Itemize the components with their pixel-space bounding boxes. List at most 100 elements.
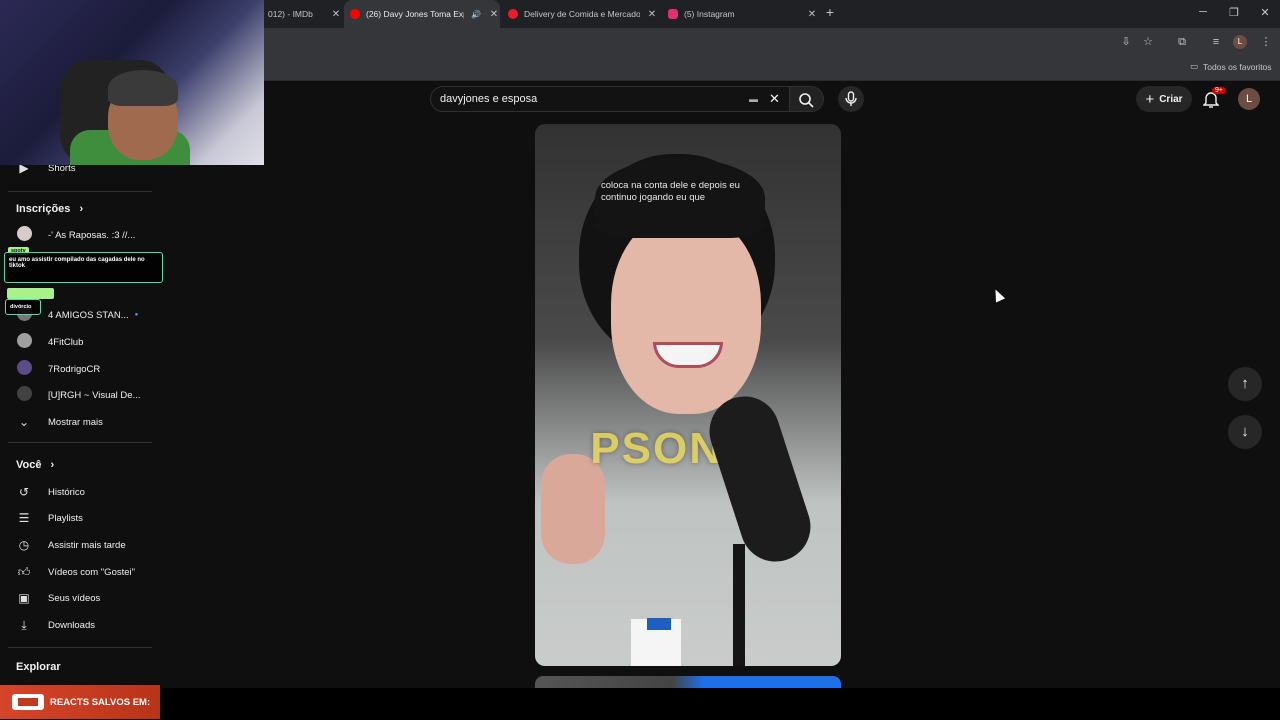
thumbs-up-icon: 👍︎ [17, 564, 31, 579]
webcam-overlay [0, 0, 264, 165]
profile-avatar[interactable]: L [1233, 35, 1247, 49]
sidebar-item-your-videos[interactable]: ▣ Seus vídeos [0, 585, 154, 611]
menu-kebab-icon[interactable]: ⋮ [1258, 34, 1274, 50]
video-microphone [700, 387, 820, 571]
account-avatar[interactable]: L [1238, 88, 1260, 110]
channel-avatar [0, 333, 48, 351]
close-tab-icon[interactable]: ✕ [330, 9, 342, 20]
chevron-right-icon: › [79, 203, 84, 215]
reacts-saved-badge: REACTS SALVOS EM: [0, 685, 160, 719]
media-control-icon[interactable]: ≡ [1208, 34, 1224, 50]
chat-message: divórcio [5, 299, 41, 315]
show-more-button[interactable]: ⌄ Mostrar mais [0, 409, 154, 435]
chat-message-text: eu amo assistir compilado das cagadas de… [9, 257, 145, 269]
notifications-button[interactable]: 9+ [1202, 87, 1226, 113]
divider [8, 442, 152, 443]
search-query: davyjones e esposa [440, 93, 538, 105]
subscription-label: 4FitClub [48, 336, 84, 348]
sidebar-item-label: Downloads [48, 619, 95, 631]
search-button[interactable] [790, 86, 824, 112]
subscription-label: -' As Raposas. :3 //... [48, 229, 136, 241]
channel-avatar [0, 226, 48, 244]
close-window-icon[interactable]: ✕ [1250, 6, 1280, 19]
explore-title: Explorar [16, 661, 61, 673]
sidebar-item-liked-videos[interactable]: 👍︎ Vídeos com "Gostei" [0, 559, 154, 585]
divider [8, 647, 152, 648]
reacts-label: REACTS SALVOS EM: [50, 696, 151, 708]
sidebar-item-label: Assistir mais tarde [48, 539, 126, 551]
chevron-right-icon: › [50, 459, 55, 471]
folder-icon: ▭ [1190, 61, 1199, 71]
voice-search-button[interactable] [838, 86, 864, 112]
tab-title: (26) Davy Jones Toma Expo [366, 9, 464, 19]
tab-title: (5) Instagram [684, 9, 735, 19]
you-title: Você [16, 459, 42, 471]
extensions-icon[interactable]: ⧉ [1174, 34, 1190, 50]
video-mic-stand [733, 544, 745, 666]
new-content-dot: ● [134, 312, 139, 318]
video-person-face [611, 214, 761, 414]
channel-avatar [0, 386, 48, 404]
subscription-item[interactable]: 4FitClub [0, 329, 154, 355]
minimize-icon[interactable]: ─ [1188, 6, 1218, 18]
chevron-down-icon: ⌄ [18, 415, 30, 429]
speaker-icon[interactable]: 🔊 [470, 10, 482, 19]
subscription-label: 7RodrigoCR [48, 363, 101, 375]
chat-username-tag [7, 288, 54, 299]
sidebar-item-downloads[interactable]: ⤓ Downloads [0, 612, 154, 638]
sidebar-item-playlists[interactable]: ☰ Playlists [0, 505, 154, 531]
search-icon [799, 93, 814, 108]
close-tab-icon[interactable]: ✕ [646, 9, 658, 20]
sidebar-item-label: Playlists [48, 512, 83, 524]
install-app-icon[interactable]: ⇩ [1118, 34, 1134, 50]
search-input[interactable]: davyjones e esposa ▬ ✕ [430, 86, 790, 112]
arrow-up-icon: ↑ [1241, 375, 1249, 392]
explore-heading: Explorar [16, 661, 61, 673]
show-more-label: Mostrar mais [48, 416, 103, 428]
previous-short-button[interactable]: ↑ [1228, 367, 1262, 401]
subscriptions-heading[interactable]: Inscrições › [16, 203, 83, 215]
sidebar-item-label: Histórico [48, 486, 85, 498]
subscription-item[interactable]: 7RodrigoCR [0, 356, 154, 382]
subscriptions-title: Inscrições [16, 203, 71, 215]
tab-ifood[interactable]: Delivery de Comida e Mercado ✕ [502, 0, 658, 28]
video-bottle-cap [647, 618, 671, 630]
tab-youtube[interactable]: (26) Davy Jones Toma Expo 🔊 ✕ [344, 0, 500, 28]
tab-instagram[interactable]: (5) Instagram ✕ [662, 0, 818, 28]
video-caption: coloca na conta dele e depois eu continu… [601, 180, 740, 203]
sidebar-item-watch-later[interactable]: ◷ Assistir mais tarde [0, 532, 154, 558]
video-logo-icon [12, 694, 44, 710]
all-bookmarks-label: Todos os favoritos [1203, 61, 1272, 72]
shorts-video-player[interactable]: PSONYS coloca na conta dele e depois eu … [535, 124, 841, 666]
sidebar-item-history[interactable]: ↺ Histórico [0, 479, 154, 505]
close-tab-icon[interactable]: ✕ [488, 9, 500, 20]
chat-message-text: divórcio [10, 304, 32, 310]
plus-icon: + [1145, 90, 1155, 108]
youtube-favicon-icon [350, 9, 360, 19]
download-icon: ⤓ [21, 617, 27, 632]
arrow-down-icon: ↓ [1241, 423, 1249, 440]
create-button[interactable]: + Criar [1136, 86, 1192, 112]
sidebar-item-label: Seus vídeos [48, 592, 101, 604]
new-tab-button[interactable]: + [815, 4, 845, 20]
bottom-bar [0, 688, 1280, 720]
you-heading[interactable]: Você › [16, 459, 54, 471]
subscription-item[interactable]: -' As Raposas. :3 //... [0, 222, 154, 248]
next-short-preview[interactable] [535, 676, 841, 688]
all-bookmarks-button[interactable]: ▭ Todos os favoritos [1190, 61, 1272, 72]
your-videos-icon: ▣ [18, 591, 30, 605]
keyboard-icon[interactable]: ▬ [749, 87, 758, 111]
subscription-label: 4 AMIGOS STAN... [48, 309, 129, 321]
history-icon: ↺ [18, 485, 30, 499]
clear-search-icon[interactable]: ✕ [769, 87, 780, 111]
divider [8, 191, 152, 192]
ifood-favicon-icon [508, 9, 518, 19]
next-short-button[interactable]: ↓ [1228, 415, 1262, 449]
notification-count-badge: 9+ [1212, 87, 1226, 94]
sidebar: ▶ Shorts Inscrições › -' As Raposas. :3 … [0, 81, 160, 688]
bookmark-star-icon[interactable]: ☆ [1140, 34, 1156, 50]
subscription-item[interactable]: [U]RGH ~ Visual De... [0, 382, 154, 408]
restore-icon[interactable]: ❐ [1219, 6, 1249, 19]
tab-imdb[interactable]: 012) - IMDb ✕ [262, 0, 342, 28]
chat-message: eu amo assistir compilado das cagadas de… [4, 252, 163, 283]
